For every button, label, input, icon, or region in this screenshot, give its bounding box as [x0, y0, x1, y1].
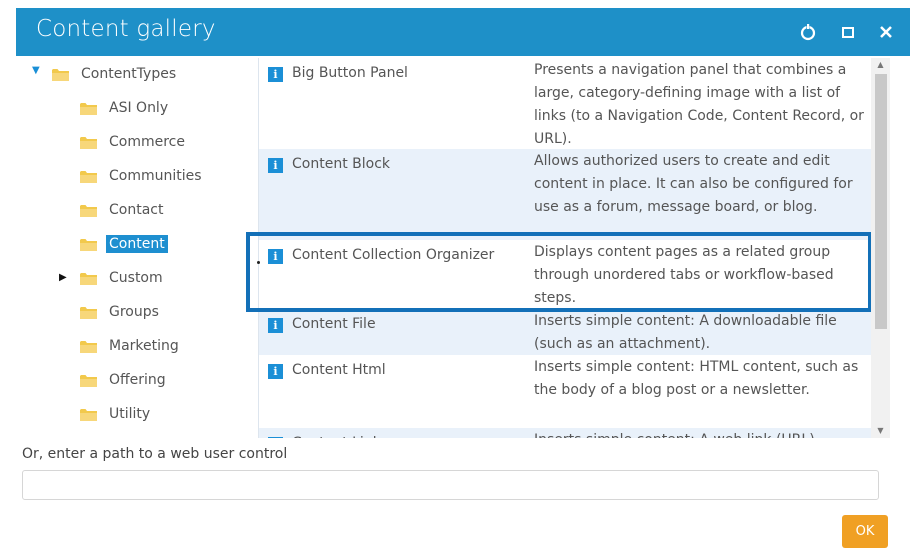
folder-icon: [80, 136, 97, 149]
item-description: Presents a navigation panel that combine…: [534, 62, 864, 147]
item-description: Allows authorized users to create and ed…: [534, 153, 853, 215]
scroll-thumb[interactable]: [875, 74, 887, 329]
info-icon: i: [268, 67, 283, 82]
folder-icon: [80, 340, 97, 353]
folder-icon: [52, 68, 69, 81]
tree-item-groups[interactable]: Groups: [80, 299, 162, 325]
list-item[interactable]: i Content Link Inserts simple content: A w…: [259, 428, 872, 438]
path-input[interactable]: [22, 470, 879, 500]
tree-item-contact[interactable]: Contact: [80, 197, 166, 223]
tree-item-label: Marketing: [109, 338, 179, 354]
folder-icon: [80, 272, 97, 285]
folder-icon: [80, 306, 97, 319]
tree-root-label: ContentTypes: [81, 66, 177, 82]
tree-item-marketing[interactable]: Marketing: [80, 333, 182, 359]
tree-item-label: Utility: [109, 406, 151, 422]
item-name: Content Collection Organizer: [292, 247, 495, 263]
dialog-titlebar: Content gallery: [16, 8, 910, 56]
item-description: Inserts simple content: A downloadable f…: [534, 313, 837, 352]
list-item[interactable]: i Content File Inserts simple content: A d…: [259, 309, 872, 355]
content-type-tree: ▼ ContentTypes ASI Only Commerce Communiti…: [16, 58, 256, 438]
list-item[interactable]: i Content Block Allows authorized users to…: [259, 149, 872, 240]
tree-item-label: Offering: [109, 372, 166, 388]
folder-icon: [80, 238, 97, 251]
tree-item-communities[interactable]: Communities: [80, 163, 205, 189]
content-list: i Big Button Panel Presents a navigation p…: [258, 58, 872, 438]
item-name: Content Link: [292, 435, 381, 438]
list-scrollbar[interactable]: ▲ ▼: [871, 58, 890, 438]
tree-item-commerce[interactable]: Commerce: [80, 129, 188, 155]
scroll-down-arrow-icon[interactable]: ▼: [871, 424, 890, 438]
info-icon: i: [268, 249, 283, 264]
close-icon: [880, 26, 892, 38]
item-description: Inserts simple content: A web link (URL)…: [534, 429, 864, 438]
row-marker: [257, 261, 260, 264]
tree-item-label: ASI Only: [109, 100, 169, 116]
folder-icon: [80, 374, 97, 387]
folder-icon: [80, 408, 97, 421]
maximize-icon: [842, 27, 854, 38]
expand-arrow-icon[interactable]: ▼: [32, 65, 40, 76]
item-name: Content Html: [292, 362, 386, 378]
dialog-title: Content gallery: [36, 16, 216, 42]
close-button[interactable]: [874, 20, 898, 44]
item-name: Big Button Panel: [292, 65, 408, 81]
list-item[interactable]: i Content Collection Organizer Displays co…: [259, 240, 872, 309]
item-name: Content Block: [292, 156, 390, 172]
folder-icon: [80, 102, 97, 115]
list-item[interactable]: i Content Html Inserts simple content: HTM…: [259, 355, 872, 428]
tree-item-label: Commerce: [109, 134, 185, 150]
scroll-up-arrow-icon[interactable]: ▲: [871, 58, 890, 72]
folder-icon: [80, 170, 97, 183]
tree-root-contenttypes[interactable]: ContentTypes: [52, 61, 179, 87]
tree-item-label: Content: [106, 235, 168, 253]
ok-button[interactable]: OK: [842, 515, 888, 548]
tree-item-content[interactable]: Content: [80, 231, 168, 257]
folder-icon: [80, 204, 97, 217]
info-icon: i: [268, 158, 283, 173]
refresh-icon: [800, 24, 816, 41]
tree-item-label: Communities: [109, 168, 202, 184]
refresh-button[interactable]: [796, 20, 820, 44]
maximize-button[interactable]: [836, 20, 860, 44]
info-icon: i: [268, 318, 283, 333]
info-icon: i: [268, 437, 283, 438]
tree-item-custom[interactable]: Custom: [80, 265, 166, 291]
list-item[interactable]: i Big Button Panel Presents a navigation p…: [259, 58, 872, 149]
tree-item-asi-only[interactable]: ASI Only: [80, 95, 171, 121]
tree-item-label: Groups: [109, 304, 159, 320]
tree-item-utility[interactable]: Utility: [80, 401, 153, 427]
tree-item-label: Contact: [109, 202, 164, 218]
collapsed-arrow-icon[interactable]: ▶: [59, 272, 67, 283]
item-description: Inserts simple content: HTML content, su…: [534, 359, 859, 398]
tree-item-offering[interactable]: Offering: [80, 367, 169, 393]
item-name: Content File: [292, 316, 376, 332]
item-description: Displays content pages as a related grou…: [534, 244, 834, 306]
path-label: Or, enter a path to a web user control: [22, 446, 288, 462]
info-icon: i: [268, 364, 283, 379]
tree-item-label: Custom: [109, 270, 163, 286]
